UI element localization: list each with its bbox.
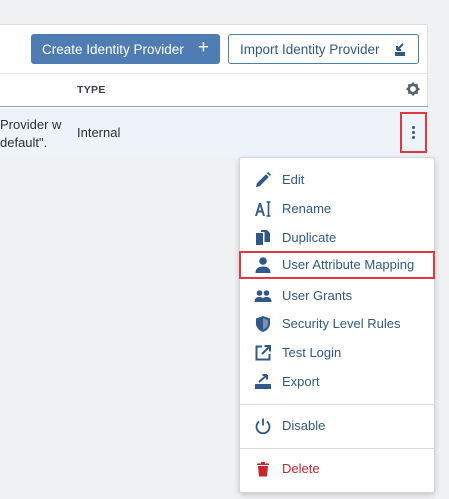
description-cell: Provider w default". bbox=[0, 116, 61, 152]
menu-item-label: Edit bbox=[282, 172, 305, 187]
rename-icon bbox=[255, 201, 271, 217]
column-header-type[interactable]: TYPE bbox=[77, 84, 106, 96]
menu-item-user-grants[interactable]: User Grants bbox=[240, 282, 436, 310]
menu-item-export[interactable]: Export bbox=[240, 368, 436, 396]
menu-item-label: User Grants bbox=[282, 288, 353, 303]
menu-item-label: Export bbox=[282, 374, 320, 389]
gear-icon[interactable] bbox=[406, 82, 420, 96]
create-identity-provider-button[interactable]: Create Identity Provider + bbox=[31, 34, 220, 64]
menu-item-label: Test Login bbox=[282, 345, 342, 360]
users-icon bbox=[254, 290, 272, 302]
user-icon bbox=[255, 257, 271, 273]
menu-item-label: Disable bbox=[282, 418, 326, 433]
identity-providers-panel: Create Identity Provider + Import Identi… bbox=[0, 24, 428, 158]
duplicate-icon bbox=[256, 230, 270, 245]
export-icon bbox=[255, 374, 271, 389]
kebab-menu-icon bbox=[412, 126, 415, 139]
toolbar: Create Identity Provider + Import Identi… bbox=[0, 25, 428, 71]
menu-item-duplicate[interactable]: Duplicate bbox=[240, 224, 436, 252]
menu-item-label: Security Level Rules bbox=[282, 316, 401, 331]
menu-item-rename[interactable]: Rename bbox=[240, 195, 436, 223]
menu-item-label: Rename bbox=[282, 201, 332, 216]
row-actions-kebab-button[interactable] bbox=[400, 112, 427, 153]
description-line-1: Provider w bbox=[0, 117, 62, 132]
type-cell: Internal bbox=[77, 125, 121, 140]
pencil-icon bbox=[256, 172, 271, 187]
menu-item-edit[interactable]: Edit bbox=[240, 166, 436, 194]
menu-item-user-attribute-mapping[interactable]: User Attribute Mapping bbox=[239, 251, 435, 279]
row-actions-menu: Edit Rename Duplicate User Attribute Map… bbox=[239, 157, 435, 493]
shield-icon bbox=[256, 316, 270, 332]
create-button-label: Create Identity Provider bbox=[42, 41, 184, 57]
menu-item-test-login[interactable]: Test Login bbox=[240, 339, 436, 367]
menu-item-label: User Attribute Mapping bbox=[282, 257, 415, 272]
menu-item-security-level-rules[interactable]: Security Level Rules bbox=[240, 310, 436, 338]
menu-item-label: Delete bbox=[282, 461, 320, 476]
import-icon bbox=[395, 43, 405, 56]
external-link-icon bbox=[255, 345, 271, 361]
menu-item-delete[interactable]: Delete bbox=[240, 455, 436, 483]
trash-icon bbox=[257, 462, 269, 477]
table-row[interactable]: Provider w default". Internal bbox=[0, 108, 428, 158]
power-icon bbox=[255, 418, 271, 435]
menu-divider bbox=[240, 404, 434, 405]
top-strip bbox=[0, 0, 449, 8]
table-header: TYPE bbox=[0, 73, 428, 107]
import-identity-provider-button[interactable]: Import Identity Provider bbox=[228, 34, 419, 64]
menu-item-label: Duplicate bbox=[282, 230, 337, 245]
plus-icon: + bbox=[197, 37, 209, 58]
menu-divider bbox=[240, 448, 434, 449]
menu-item-disable[interactable]: Disable bbox=[240, 412, 436, 440]
import-button-label: Import Identity Provider bbox=[240, 41, 380, 57]
description-line-2: default". bbox=[0, 135, 48, 150]
